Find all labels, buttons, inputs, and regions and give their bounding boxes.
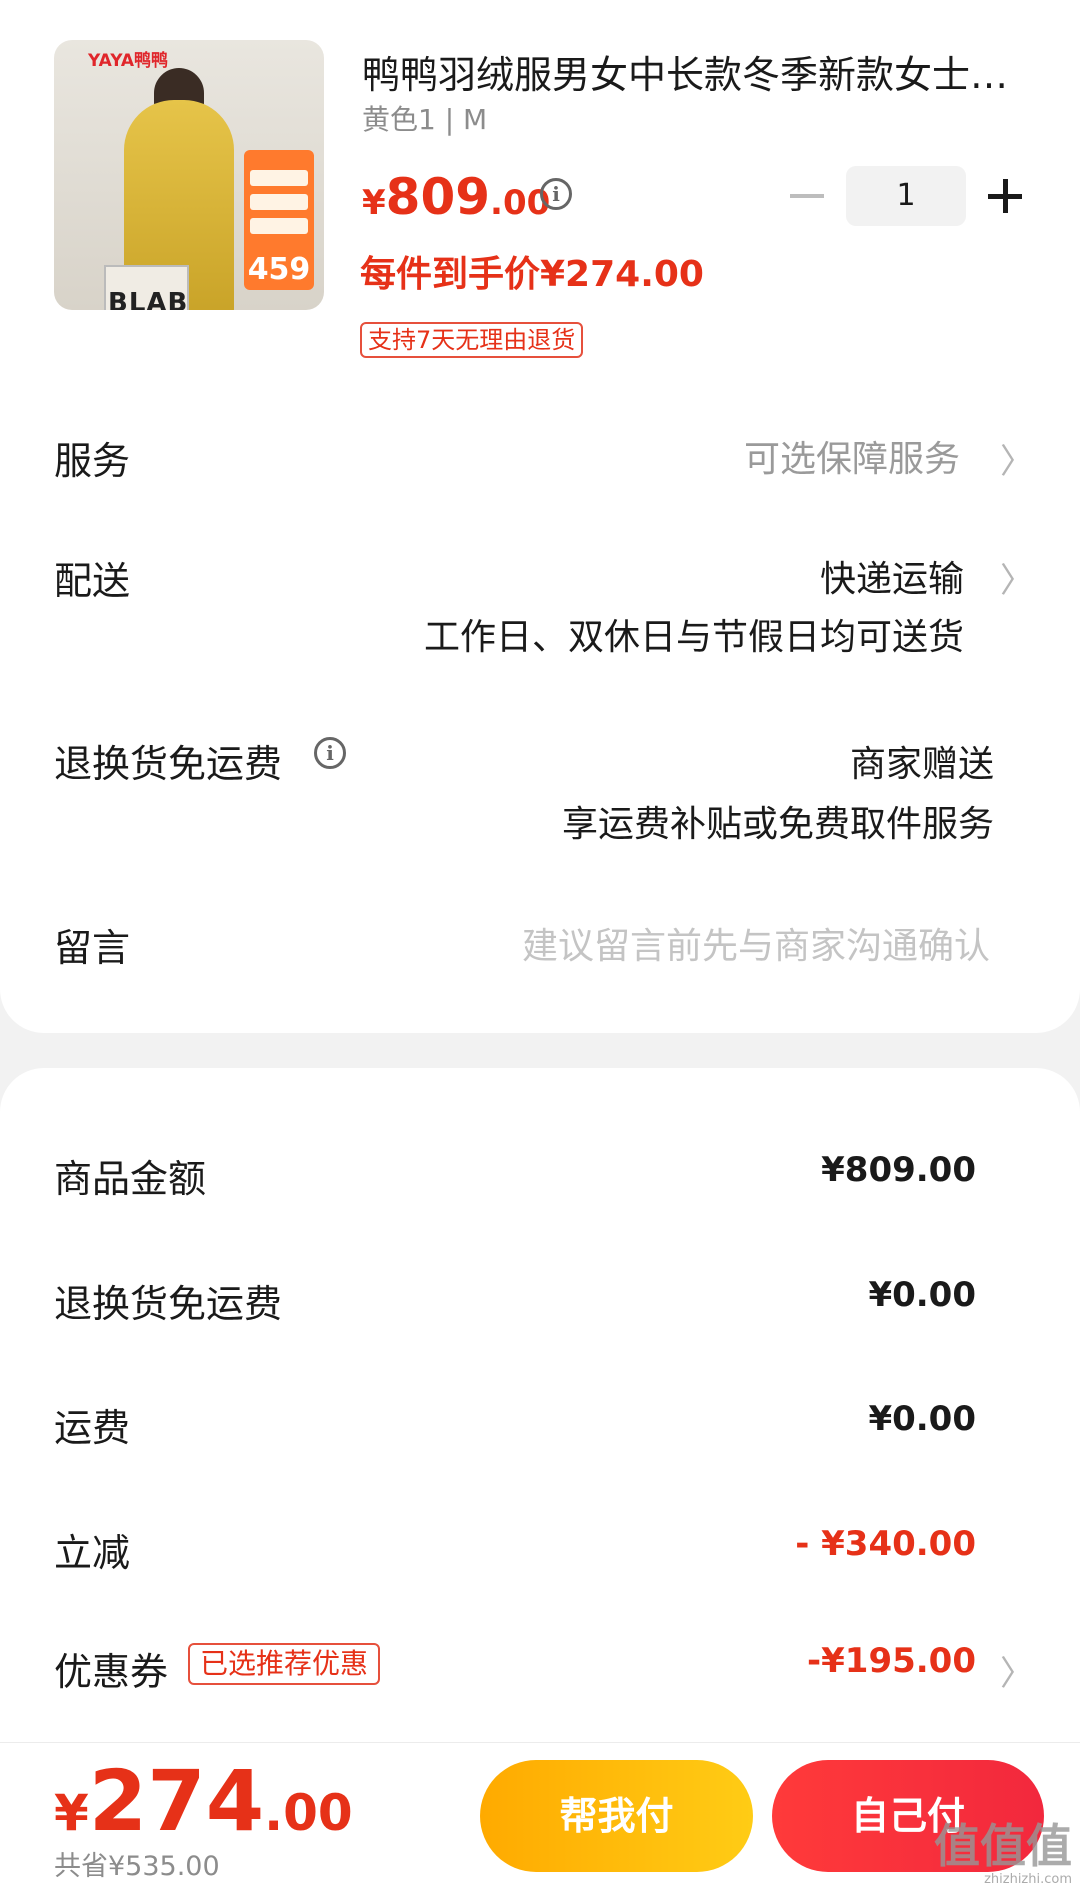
price-integer: 809 [385,168,491,226]
instant-discount-value: - ¥340.00 [795,1524,976,1564]
decrease-quantity-icon[interactable] [790,194,824,198]
return-fee-note: 享运费补贴或免费取件服务 [561,804,994,845]
coupon-label: 优惠券 [54,1650,169,1694]
price-info-icon[interactable]: i [540,178,572,210]
help-me-pay-button[interactable]: 帮我付 [480,1760,753,1872]
instant-discount-label: 立减 [54,1531,131,1575]
promo-line [250,170,308,186]
shipping-label: 运费 [54,1406,131,1450]
return-fee-label: 退换货免运费 [54,742,283,786]
bag-text: BLAB [108,288,189,310]
delivery-note: 工作日、双休日与节假日均可送货 [423,617,964,658]
coupon-value[interactable]: -¥195.00 [807,1641,976,1681]
message-label: 留言 [54,926,131,970]
goods-amount-value: ¥809.00 [821,1150,976,1190]
total-currency: ¥ [54,1784,89,1842]
product-spec: 黄色1 | M [362,103,488,136]
service-value[interactable]: 可选保障服务 [744,430,960,482]
return-fee-summary-label: 退换货免运费 [54,1282,283,1326]
product-thumbnail[interactable]: BLAB YAYA鸭鸭 459 [54,40,324,310]
brand-logo-text: YAYA鸭鸭 [88,51,169,71]
promo-price: 459 [247,252,311,287]
total-price: ¥274.00 [54,1752,353,1850]
delivery-label: 配送 [54,559,131,603]
coupon-chevron-icon[interactable]: 〉 [1000,1646,1034,1695]
quantity-field[interactable]: 1 [846,166,966,226]
return-fee-info-icon[interactable]: i [314,737,346,769]
product-price: ¥809.00 [362,168,550,226]
return-policy-tag: 支持7天无理由退货 [360,322,584,358]
per-item-price: 每件到手价¥274.00 [360,254,704,295]
service-chevron-icon[interactable]: 〉 [1000,434,1034,483]
coupon-tag: 已选推荐优惠 [188,1643,381,1685]
return-fee-summary-value: ¥0.00 [868,1275,976,1315]
total-decimal: .00 [264,1784,353,1842]
return-fee-value: 商家赠送 [849,744,994,785]
delivery-chevron-icon[interactable]: 〉 [1000,553,1034,602]
goods-amount-label: 商品金额 [54,1157,207,1201]
product-title[interactable]: 鸭鸭羽绒服男女中长款冬季新款女士保暖加厚外套 [362,44,1032,99]
delivery-value[interactable]: 快递运输 [820,550,964,602]
watermark-glyphs: 值值值 [934,1819,1072,1873]
promo-line [250,218,308,234]
message-input[interactable]: 建议留言前先与商家沟通确认 [522,917,990,969]
watermark: 值值值 zhizhizhi.com [926,1810,1076,1887]
total-saved: 共省¥535.00 [54,1851,220,1882]
watermark-url: zhizhizhi.com [984,1872,1072,1887]
total-integer: 274 [88,1752,265,1850]
price-currency: ¥ [362,183,386,223]
service-label: 服务 [54,439,131,483]
shipping-value: ¥0.00 [868,1399,976,1439]
promo-line [250,194,308,210]
